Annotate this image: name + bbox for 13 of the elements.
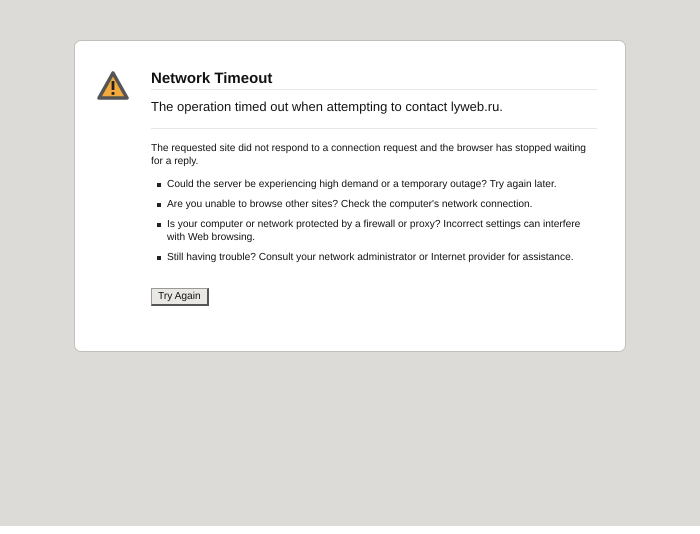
- bullet-icon: [157, 222, 161, 226]
- try-again-button[interactable]: Try Again: [151, 288, 209, 306]
- error-description: The requested site did not respond to a connection request and the browser has stopped waiting for a reply.: [151, 142, 587, 168]
- suggestion-text: Are you unable to browse other sites? Check the computer's network connection.: [167, 198, 534, 211]
- error-title: Network Timeout: [151, 69, 274, 89]
- bullet-icon: [157, 202, 161, 206]
- suggestion-text: Is your computer or network protected by a firewall or proxy? Incorrect settings can interfere with Web browsing.: [167, 218, 582, 244]
- bullet-icon: [157, 256, 161, 260]
- error-summary: The operation timed out when attempting to contact lyweb.ru.: [151, 98, 504, 116]
- suggestion-text: Still having trouble? Consult your network administrator or Internet provider for assistance.: [167, 251, 575, 264]
- suggestion-text: Could the server be experiencing high demand or a temporary outage? Try again later.: [167, 178, 558, 191]
- warning-icon: [97, 71, 129, 101]
- bullet-icon: [157, 182, 161, 186]
